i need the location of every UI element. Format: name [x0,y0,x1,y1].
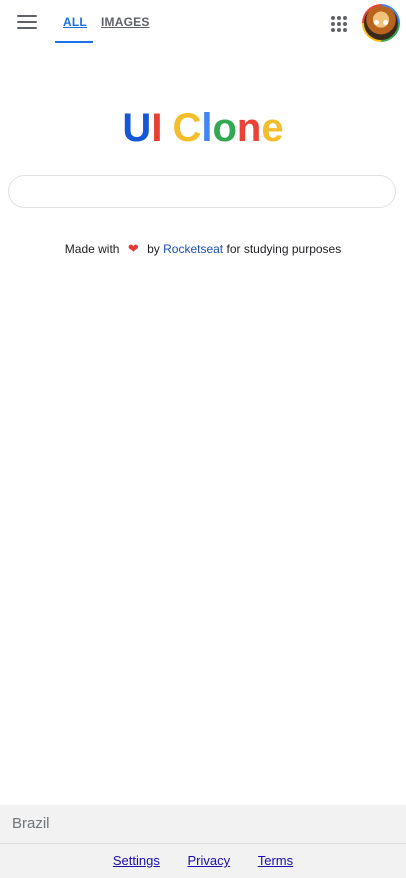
tab-all[interactable]: ALL [63,15,87,29]
credit-prefix: Made with [64,242,120,256]
logo-letter: n [236,106,262,150]
logo-letter: l [201,106,213,150]
credit-by: by [147,242,160,256]
avatar-image [364,6,398,40]
active-tab-indicator [55,41,93,43]
search-box [8,175,396,208]
footer-links: Settings Privacy Terms [0,844,406,868]
rocketseat-link[interactable]: Rocketseat [163,242,223,256]
privacy-link[interactable]: Privacy [187,853,230,868]
logo: UI Clone [0,106,406,151]
header: ALL IMAGES [0,0,406,48]
logo-letter: U [122,106,152,150]
hamburger-menu-icon[interactable] [17,15,37,31]
page: ALL IMAGES UI Clone Made with ❤ by Rocke… [0,0,406,878]
logo-letter: C [172,106,202,150]
footer-country: Brazil [0,805,406,844]
logo-letter: o [212,106,237,150]
logo-letter: e [261,106,284,150]
avatar[interactable] [362,4,400,42]
logo-letter: I [151,106,163,150]
credit-line: Made with ❤ by Rocketseat for studying p… [0,241,406,257]
apps-grid-icon[interactable] [331,16,347,32]
credit-suffix: for studying purposes [226,242,342,256]
terms-link[interactable]: Terms [258,853,293,868]
search-input[interactable] [9,176,395,207]
tab-images[interactable]: IMAGES [101,15,150,29]
footer: Brazil Settings Privacy Terms [0,805,406,878]
heart-icon: ❤ [127,241,139,256]
settings-link[interactable]: Settings [113,853,160,868]
